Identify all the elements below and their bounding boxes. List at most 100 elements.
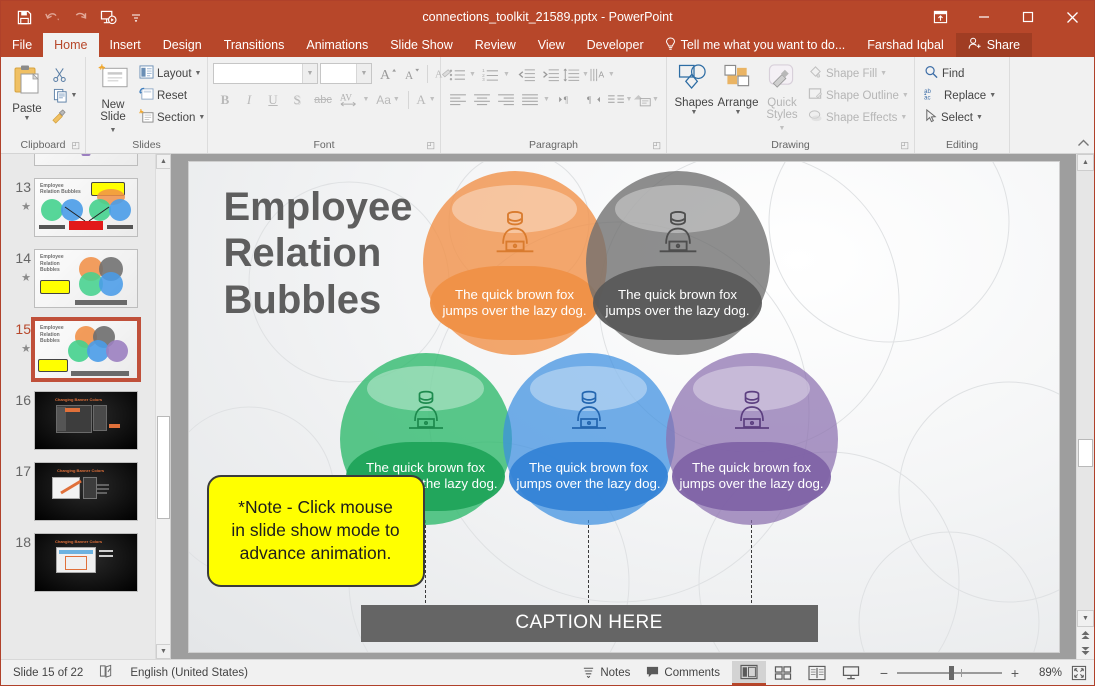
- scroll-up-button[interactable]: ▲: [1077, 154, 1094, 171]
- increase-font-size-button[interactable]: A: [376, 63, 400, 84]
- select-button[interactable]: Select ▼: [920, 107, 987, 128]
- change-case-caret-icon[interactable]: ▼: [393, 96, 400, 103]
- copy-caret-icon[interactable]: ▼: [71, 92, 78, 99]
- rtl-direction-button[interactable]: ¶: [581, 89, 607, 110]
- slide-thumbnail-panel[interactable]: 12 13 ★ Employee: [1, 154, 171, 659]
- line-spacing-caret-icon[interactable]: ▼: [582, 71, 589, 78]
- select-caret-icon[interactable]: ▼: [976, 114, 983, 121]
- reset-button[interactable]: Reset: [135, 85, 209, 106]
- drawing-dialog-launcher-icon[interactable]: ◰: [900, 140, 909, 151]
- font-name-input[interactable]: ▼: [213, 63, 318, 84]
- numbering-button[interactable]: 123: [480, 64, 502, 85]
- note-box[interactable]: *Note - Click mouse in slide show mode t…: [206, 474, 425, 587]
- shape-outline-button[interactable]: Shape Outline ▼: [804, 85, 913, 106]
- character-spacing-caret-icon[interactable]: ▼: [363, 96, 370, 103]
- undo-icon[interactable]: [39, 5, 65, 29]
- italic-button[interactable]: I: [237, 89, 261, 110]
- columns-caret-icon[interactable]: ▼: [625, 96, 632, 103]
- tab-design[interactable]: Design: [152, 33, 213, 57]
- quick-styles-caret-icon[interactable]: ▼: [779, 125, 786, 132]
- shapes-caret-icon[interactable]: ▼: [691, 109, 698, 116]
- arrange-button[interactable]: Arrange ▼: [716, 61, 760, 116]
- spellcheck-button[interactable]: [91, 661, 122, 685]
- convert-to-smartart-button[interactable]: ▼: [633, 89, 659, 110]
- replace-caret-icon[interactable]: ▼: [989, 92, 996, 99]
- redo-icon[interactable]: [67, 5, 93, 29]
- comments-button[interactable]: Comments: [638, 661, 728, 685]
- slide-thumbnail[interactable]: [34, 154, 138, 166]
- tab-insert[interactable]: Insert: [99, 33, 152, 57]
- text-shadow-button[interactable]: S: [285, 89, 309, 110]
- slide-thumbnail[interactable]: Changing Banner Colors: [34, 533, 138, 592]
- slide-thumbnail[interactable]: Changing Banner Colors: [34, 391, 138, 450]
- bullets-caret-icon[interactable]: ▼: [469, 71, 476, 78]
- view-slide-sorter-button[interactable]: [766, 661, 800, 685]
- view-slide-show-button[interactable]: [834, 661, 868, 685]
- slide-thumbnail[interactable]: Changing Banner Colors: [34, 462, 138, 521]
- cut-button[interactable]: [48, 64, 70, 85]
- tab-developer[interactable]: Developer: [576, 33, 655, 57]
- list-item[interactable]: 15 ★ Employee Relation Bubbles: [1, 314, 170, 385]
- columns-button[interactable]: ▼: [607, 89, 633, 110]
- ltr-direction-button[interactable]: ¶: [555, 89, 581, 110]
- paste-caret-icon[interactable]: ▼: [24, 115, 31, 122]
- view-reading-button[interactable]: [800, 661, 834, 685]
- quick-styles-button[interactable]: Quick Styles ▼: [760, 61, 804, 133]
- thumbnail-scroll-down-button[interactable]: ▼: [156, 644, 170, 659]
- shape-effects-button[interactable]: Shape Effects ▼: [804, 107, 913, 128]
- smartart-caret-icon[interactable]: ▼: [652, 96, 659, 103]
- text-direction-button[interactable]: A ▼: [589, 64, 615, 85]
- language-indicator[interactable]: English (United States): [122, 661, 256, 685]
- font-name-dropdown-icon[interactable]: ▼: [302, 64, 317, 83]
- close-icon[interactable]: [1050, 1, 1094, 33]
- customize-qat-icon[interactable]: [123, 5, 149, 29]
- copy-button[interactable]: ▼: [48, 85, 82, 106]
- bubble-blue[interactable]: The quick brown fox jumps over the lazy …: [502, 352, 675, 525]
- slide-editing-area[interactable]: Employee Relation Bubbles The quick brow…: [171, 154, 1076, 659]
- character-spacing-button[interactable]: AV ▼: [337, 89, 371, 110]
- list-item[interactable]: 14 ★ Employee Relation Bubbles: [1, 243, 170, 314]
- zoom-slider-handle[interactable]: [949, 665, 954, 680]
- numbering-caret-icon[interactable]: ▼: [503, 71, 510, 78]
- font-size-dropdown-icon[interactable]: ▼: [356, 64, 371, 83]
- underline-button[interactable]: U: [261, 89, 285, 110]
- next-slide-button[interactable]: [1077, 643, 1094, 659]
- thumbnail-scrollbar[interactable]: ▲ ▼: [155, 154, 170, 659]
- shapes-button[interactable]: Shapes ▼: [672, 61, 716, 116]
- change-case-button[interactable]: Aa ▼: [371, 89, 405, 110]
- justify-button[interactable]: [518, 89, 542, 110]
- restore-icon[interactable]: [1006, 1, 1050, 33]
- paste-button[interactable]: Paste ▼: [6, 61, 48, 122]
- font-color-button[interactable]: A ▼: [412, 89, 440, 110]
- tab-transitions[interactable]: Transitions: [213, 33, 296, 57]
- shape-effects-caret-icon[interactable]: ▼: [900, 114, 907, 121]
- slide-thumbnail[interactable]: Employee Relation Bubbles: [34, 249, 138, 308]
- thumbnail-scroll-up-button[interactable]: ▲: [156, 154, 170, 169]
- bubble-purple[interactable]: The quick brown fox jumps over the lazy …: [665, 352, 838, 525]
- account-user[interactable]: Farshad Iqbal: [855, 33, 955, 57]
- share-button[interactable]: Share: [955, 33, 1033, 57]
- section-caret-icon[interactable]: ▼: [198, 114, 205, 121]
- line-spacing-button[interactable]: ▼: [563, 64, 589, 85]
- save-icon[interactable]: [11, 5, 37, 29]
- find-button[interactable]: Find: [920, 63, 968, 84]
- layout-caret-icon[interactable]: ▼: [195, 70, 202, 77]
- bubble-orange[interactable]: The quick brown fox jumps over the lazy …: [422, 170, 607, 355]
- slide-thumbnail[interactable]: Employee Relation Bubbles: [34, 178, 138, 237]
- decrease-font-size-button[interactable]: A: [400, 63, 424, 84]
- slide-canvas[interactable]: Employee Relation Bubbles The quick brow…: [188, 161, 1059, 652]
- zoom-slider[interactable]: [897, 665, 1002, 680]
- decrease-indent-button[interactable]: [515, 64, 539, 85]
- tab-slide-show[interactable]: Slide Show: [379, 33, 464, 57]
- tab-home[interactable]: Home: [43, 33, 99, 57]
- slide-counter[interactable]: Slide 15 of 22: [5, 661, 91, 685]
- scroll-down-button[interactable]: ▼: [1077, 610, 1094, 627]
- replace-button[interactable]: ab ac Replace ▼: [920, 85, 1000, 106]
- tab-file[interactable]: File: [1, 33, 44, 57]
- start-from-beginning-icon[interactable]: [95, 5, 121, 29]
- new-slide-button[interactable]: New Slide ▼: [91, 61, 135, 135]
- previous-slide-button[interactable]: [1077, 627, 1094, 643]
- text-direction-caret-icon[interactable]: ▼: [608, 71, 615, 78]
- format-painter-button[interactable]: [48, 106, 70, 127]
- increase-indent-button[interactable]: [539, 64, 563, 85]
